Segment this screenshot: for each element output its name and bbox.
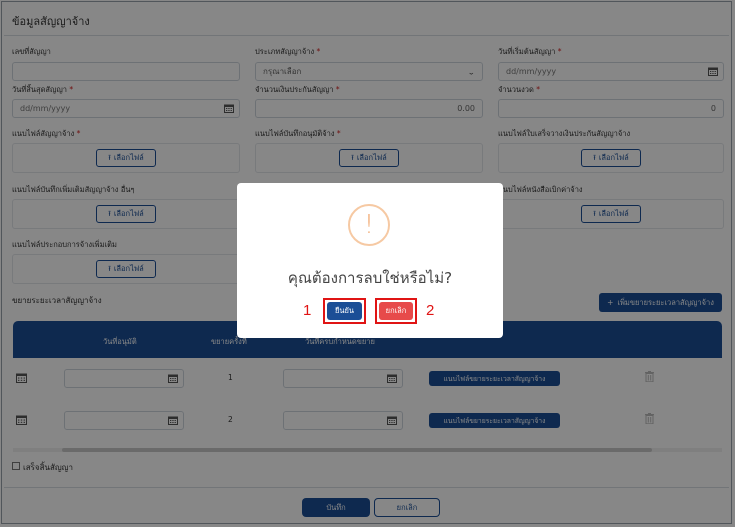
confirm-dialog: ! คุณต้องการลบใช่หรือไม่? ยืนยัน ยกเลิก … bbox=[237, 183, 503, 338]
warning-icon: ! bbox=[348, 204, 390, 246]
dialog-question: คุณต้องการลบใช่หรือไม่? bbox=[287, 269, 453, 287]
annotation-label-1: 1 bbox=[303, 302, 312, 319]
annotation-box-confirm bbox=[323, 298, 366, 324]
annotation-label-2: 2 bbox=[426, 302, 435, 319]
annotation-box-cancel bbox=[375, 298, 417, 324]
